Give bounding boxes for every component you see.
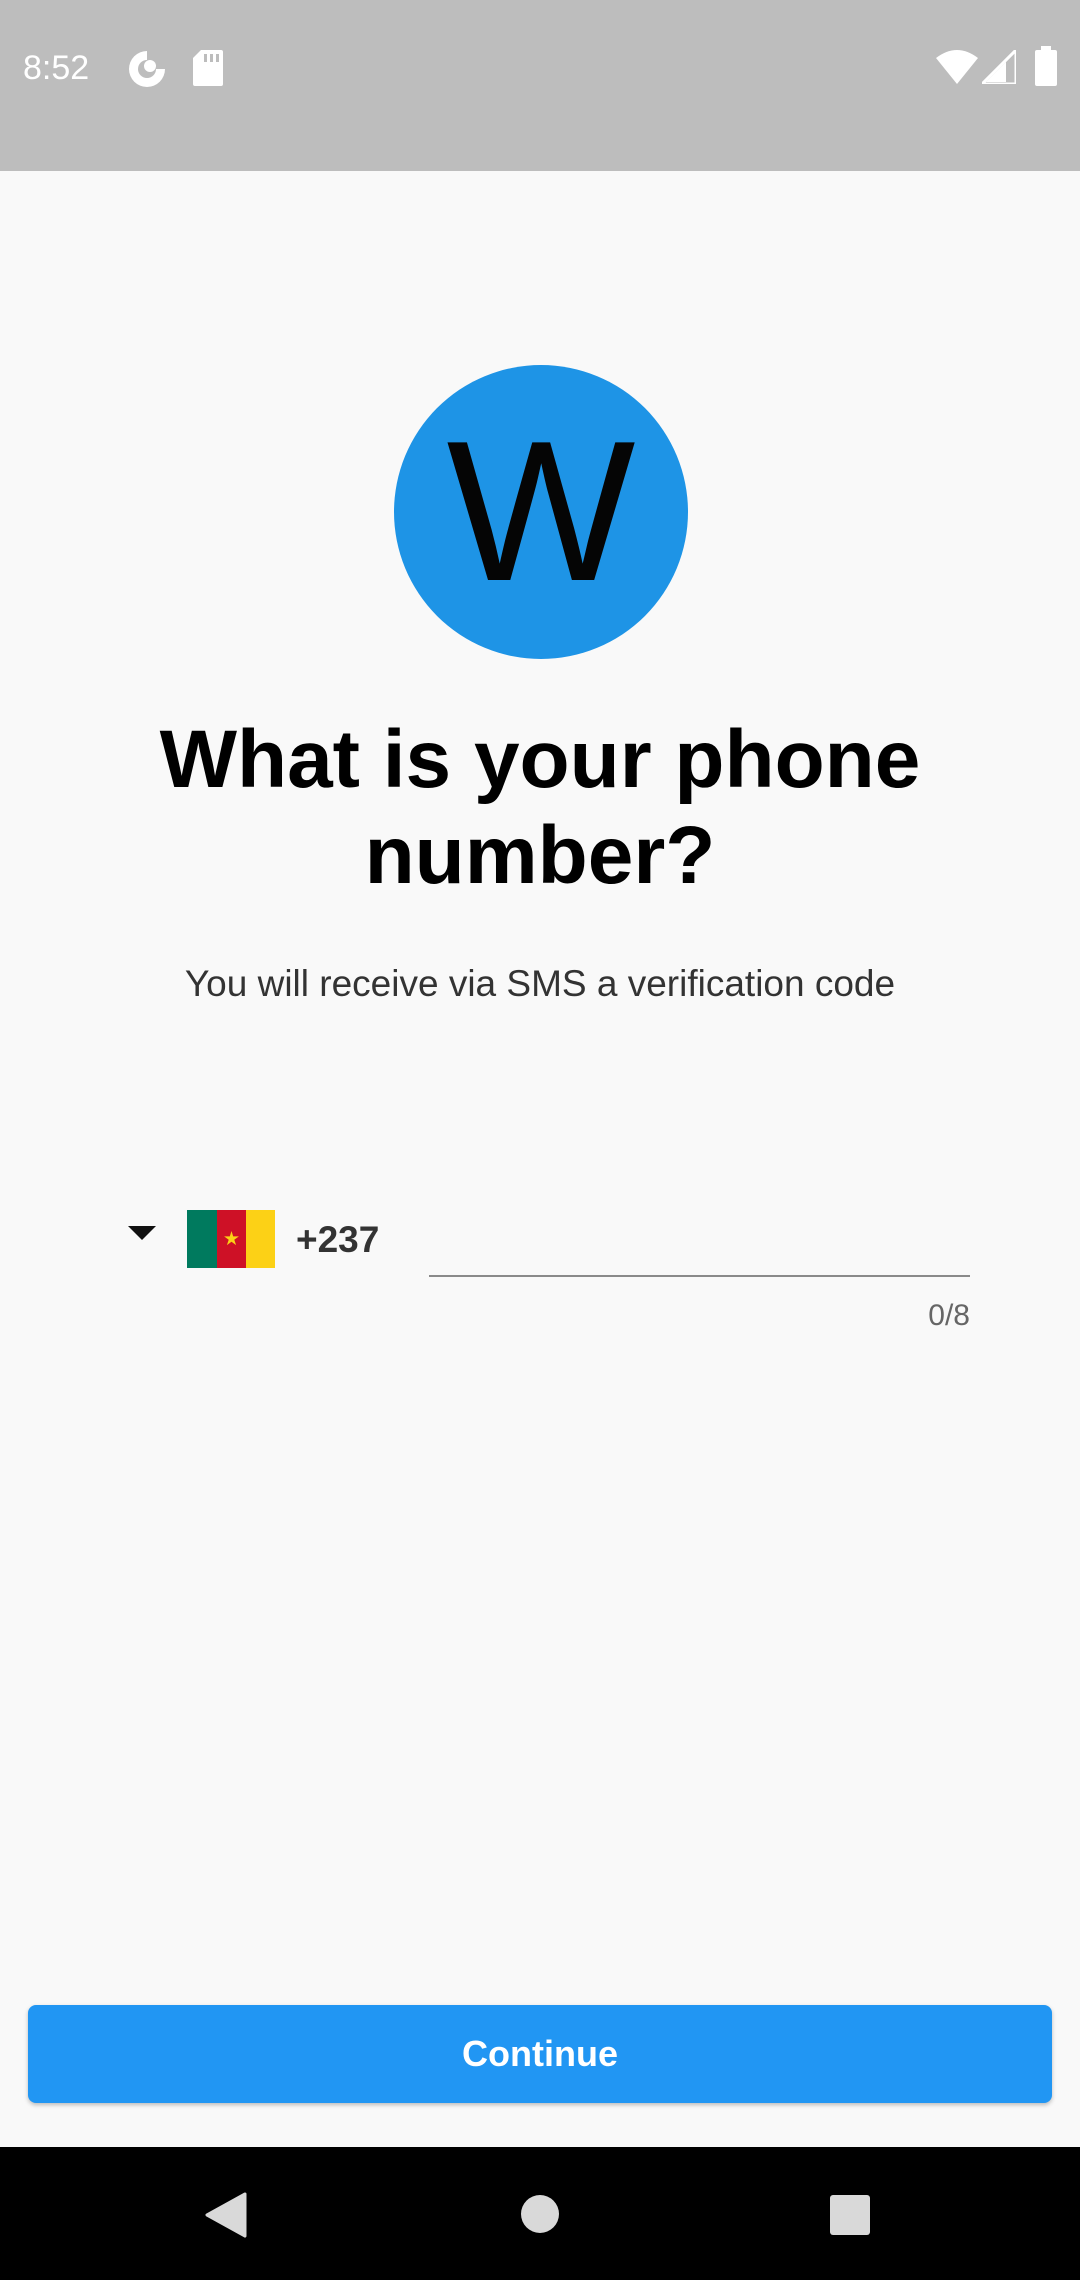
home-icon[interactable]: [520, 2194, 560, 2234]
page-title: What is your phone number?: [159, 714, 921, 901]
cell-signal-icon: [982, 50, 1016, 84]
phone-number-input[interactable]: [429, 1200, 970, 1277]
logo-letter: W: [446, 400, 636, 623]
page-subtitle: You will receive via SMS a verification …: [184, 963, 896, 1004]
status-time: 8:52: [23, 49, 90, 87]
wifi-icon: [936, 50, 978, 84]
app-logo: W: [394, 365, 688, 659]
continue-button[interactable]: Continue: [28, 2005, 1052, 2103]
sd-card-icon: [193, 50, 223, 86]
character-counter: 0/8: [928, 1299, 970, 1332]
recents-icon[interactable]: [829, 2194, 871, 2236]
cameroon-flag-icon: [187, 1210, 275, 1268]
pocket-casts-icon: [129, 50, 166, 87]
dial-code: +237: [296, 1219, 380, 1260]
battery-icon: [1035, 46, 1057, 86]
back-icon[interactable]: [205, 2192, 247, 2238]
country-picker[interactable]: +237: [118, 1190, 398, 1280]
dropdown-arrow-icon: [128, 1226, 156, 1240]
navigation-bar: [0, 2147, 1080, 2280]
status-bar: 8:52: [0, 0, 1080, 171]
